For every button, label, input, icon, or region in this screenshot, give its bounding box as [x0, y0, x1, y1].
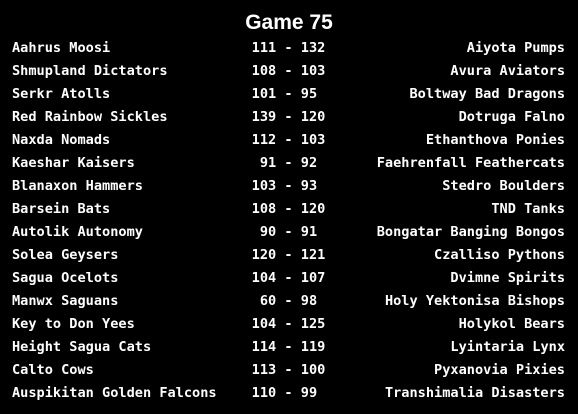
- away-team: Aiyota Pumps: [466, 40, 565, 56]
- away-team: Czalliso Pythons: [434, 247, 565, 263]
- list-item: Height Sagua Cats 114 - 119 Lyintaria Ly…: [0, 336, 578, 359]
- score: 111 - 132: [251, 40, 326, 56]
- list-item: Auspikitan Golden Falcons 110 - 99 Trans…: [0, 382, 578, 405]
- away-team: Ethanthova Ponies: [425, 132, 565, 148]
- away-team: Dotruga Falno: [458, 109, 565, 125]
- score: 104 - 107: [251, 270, 326, 286]
- away-team: Bongatar Banging Bongos: [376, 224, 565, 240]
- away-team: Stedro Boulders: [442, 178, 565, 194]
- score: 120 - 121: [251, 247, 326, 263]
- list-item: Autolik Autonomy 90 - 91 Bongatar Bangin…: [0, 221, 578, 244]
- list-item: Key to Don Yees 104 - 125 Holykol Bears: [0, 313, 578, 336]
- score: 108 - 103: [251, 63, 326, 79]
- list-item: Barsein Bats 108 - 120 TND Tanks: [0, 198, 578, 221]
- home-team: Autolik Autonomy: [12, 224, 143, 240]
- home-team: Aahrus Moosi: [12, 40, 111, 56]
- away-team: Holy Yektonisa Bishops: [384, 293, 565, 309]
- list-item: Shmupland Dictators 108 - 103 Avura Avia…: [0, 60, 578, 83]
- list-item: Aahrus Moosi 111 - 132 Aiyota Pumps: [0, 37, 578, 60]
- away-team: TND Tanks: [491, 201, 565, 217]
- home-team: Barsein Bats: [12, 201, 111, 217]
- score: 103 - 93: [251, 178, 326, 194]
- away-team: Avura Aviators: [450, 63, 565, 79]
- list-item: Kaeshar Kaisers 91 - 92 Faehrenfall Feat…: [0, 152, 578, 175]
- page-title: Game 75: [245, 11, 333, 34]
- home-team: Red Rainbow Sickles: [12, 109, 168, 125]
- score: 90 - 91: [251, 224, 326, 240]
- away-team: Holykol Bears: [458, 316, 565, 332]
- list-item: Calto Cows 113 - 100 Pyxanovia Pixies: [0, 359, 578, 382]
- score: 101 - 95: [251, 86, 326, 102]
- score: 112 - 103: [251, 132, 326, 148]
- list-item: Solea Geysers 120 - 121 Czalliso Pythons: [0, 244, 578, 267]
- home-team: Shmupland Dictators: [12, 63, 168, 79]
- score: 114 - 119: [251, 339, 326, 355]
- score: 139 - 120: [251, 109, 326, 125]
- list-item: Sagua Ocelots 104 - 107 Dvimne Spirits: [0, 267, 578, 290]
- home-team: Naxda Nomads: [12, 132, 111, 148]
- list-item: Naxda Nomads 112 - 103 Ethanthova Ponies: [0, 129, 578, 152]
- results-list: Aahrus Moosi 111 - 132 Aiyota Pumps Shmu…: [0, 37, 578, 405]
- away-team: Dvimne Spirits: [450, 270, 565, 286]
- away-team: Boltway Bad Dragons: [409, 86, 566, 102]
- score: 60 - 98: [251, 293, 326, 309]
- home-team: Solea Geysers: [12, 247, 119, 263]
- list-item: Manwx Saguans 60 - 98 Holy Yektonisa Bis…: [0, 290, 578, 313]
- home-team: Manwx Saguans: [12, 293, 119, 309]
- away-team: Lyintaria Lynx: [450, 339, 565, 355]
- list-item: Serkr Atolls 101 - 95 Boltway Bad Dragon…: [0, 83, 578, 106]
- score: 110 - 99: [251, 385, 326, 401]
- home-team: Key to Don Yees: [12, 316, 135, 332]
- home-team: Kaeshar Kaisers: [12, 155, 135, 171]
- score: 108 - 120: [251, 201, 326, 217]
- list-item: Blanaxon Hammers 103 - 93 Stedro Boulder…: [0, 175, 578, 198]
- score: 91 - 92: [251, 155, 326, 171]
- home-team: Height Sagua Cats: [12, 339, 152, 355]
- home-team: Calto Cows: [12, 362, 94, 378]
- home-team: Sagua Ocelots: [12, 270, 119, 286]
- home-team: Serkr Atolls: [12, 86, 111, 102]
- score: 113 - 100: [251, 362, 326, 378]
- away-team: Pyxanovia Pixies: [434, 362, 565, 378]
- home-team: Blanaxon Hammers: [12, 178, 143, 194]
- score: 104 - 125: [251, 316, 326, 332]
- away-team: Faehrenfall Feathercats: [376, 155, 565, 171]
- home-team: Auspikitan Golden Falcons: [12, 385, 217, 401]
- away-team: Transhimalia Disasters: [384, 385, 565, 401]
- list-item: Red Rainbow Sickles 139 - 120 Dotruga Fa…: [0, 106, 578, 129]
